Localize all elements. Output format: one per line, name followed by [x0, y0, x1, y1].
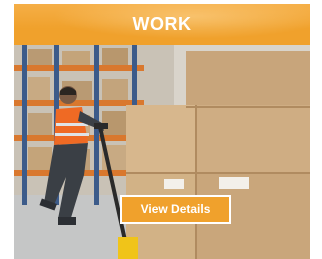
work-card[interactable]: WORK View Details: [14, 4, 310, 259]
card-header: WORK: [14, 4, 310, 45]
view-details-button[interactable]: View Details: [120, 195, 231, 224]
card-title: WORK: [132, 14, 192, 34]
warehouse-photo: [14, 45, 310, 259]
